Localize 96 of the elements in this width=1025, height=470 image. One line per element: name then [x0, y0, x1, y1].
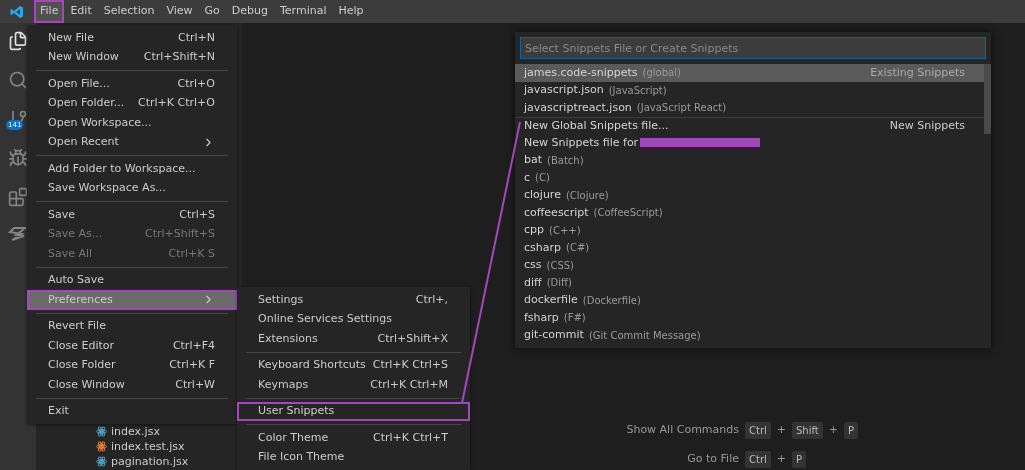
item-detail: (CSS)	[546, 258, 574, 273]
menu-item[interactable]: Keyboard Shortcuts Ctrl+K Ctrl+S	[237, 355, 470, 375]
shortcut-label: Ctrl+Shift+X	[377, 330, 448, 347]
item-detail: (Clojure)	[565, 188, 609, 203]
menu-bar-item[interactable]: File	[34, 0, 65, 23]
quick-pick-item[interactable]: clojure (Clojure)	[515, 186, 984, 204]
key-cap: P	[843, 422, 858, 439]
quick-pick-item[interactable]: c (C)	[515, 169, 984, 187]
shortcut-label: Ctrl+K S	[168, 245, 215, 262]
menu-bar-item[interactable]: Help	[332, 0, 370, 23]
quick-pick-item[interactable]: New Global Snippets file... New Snippets	[515, 116, 984, 134]
shortcut-label: Ctrl+K Ctrl+T	[373, 429, 448, 446]
quick-pick-item[interactable]: dockerfile (Dockerfile)	[515, 291, 984, 309]
menu-item[interactable]: Open Workspace...	[27, 113, 237, 133]
menu-item[interactable]: Save Ctrl+S	[27, 205, 237, 225]
key-cap: Shift	[792, 422, 823, 439]
menu-item[interactable]: Close Editor Ctrl+F4	[27, 336, 237, 356]
extensions-icon[interactable]	[8, 187, 28, 207]
shortcut-label: Ctrl+K Ctrl+M	[370, 376, 448, 393]
menu-bar-item[interactable]: Go	[198, 0, 226, 23]
files-icon[interactable]	[8, 31, 28, 51]
quick-pick-item[interactable]: coffeescript (CoffeeScript)	[515, 204, 984, 222]
key-cap: Ctrl	[745, 451, 771, 468]
file-name: index.jsx	[111, 424, 160, 439]
shortcut-label: Ctrl+K Ctrl+S	[372, 357, 448, 373]
quick-pick-item[interactable]: bat (Batch)	[515, 151, 984, 169]
menu-bar-item[interactable]: Edit	[64, 0, 98, 23]
file-name: pagination.jsx	[111, 454, 189, 469]
plus-sign: +	[776, 451, 786, 468]
menu-item[interactable]: Save Workspace As...	[27, 178, 237, 198]
quick-pick-item[interactable]: fsharp (F#)	[515, 309, 984, 327]
quick-pick-item[interactable]: diff (Diff)	[515, 274, 984, 292]
menu-item[interactable]: Exit	[27, 401, 237, 421]
menu-item[interactable]: Extensions Ctrl+Shift+X	[237, 329, 470, 349]
shortcut-label: Ctrl+S	[179, 206, 215, 223]
quick-pick-item[interactable]: javascriptreact.json (JavaScript React)	[515, 99, 984, 117]
shortcut-label: Ctrl+Shift+N	[143, 49, 215, 65]
item-detail: (Batch)	[547, 153, 584, 168]
quick-pick-item[interactable]: cpp (C++)	[515, 221, 984, 239]
shortcut-label: Ctrl+K Ctrl+O	[138, 95, 215, 111]
menu-bar-item[interactable]: View	[160, 0, 199, 23]
item-detail: (JavaScript React)	[636, 101, 727, 116]
item-detail: (C++)	[549, 223, 581, 238]
shortcut-description: Go to File	[686, 451, 739, 468]
group-label: New Snippets	[889, 117, 965, 134]
menu-item[interactable]: Open Folder... Ctrl+K Ctrl+O	[27, 93, 237, 113]
group-label: Existing Snippets	[870, 64, 965, 81]
quick-pick-item[interactable]: javascript.json (JavaScript)	[515, 81, 984, 99]
bug-icon[interactable]	[8, 148, 28, 168]
search-icon[interactable]	[8, 70, 28, 90]
plus-sign: +	[776, 422, 786, 439]
item-detail: (C)	[535, 171, 550, 186]
shortcut-label: Ctrl+,	[415, 291, 448, 308]
app-logo-icon	[10, 4, 24, 19]
shortcut-label: Ctrl+Shift+S	[145, 226, 215, 242]
menu-item[interactable]: User Snippets	[237, 401, 470, 421]
menu-item[interactable]: Keymaps Ctrl+K Ctrl+M	[237, 375, 470, 395]
key-cap: P	[792, 451, 807, 468]
plus-sign: +	[828, 422, 838, 439]
shortcut-label: Ctrl+O	[177, 75, 215, 92]
menu-item[interactable]: Open Recent	[27, 132, 237, 152]
menu-item[interactable]: Online Services Settings	[237, 309, 470, 329]
menu-bar-item[interactable]: Terminal	[274, 0, 333, 23]
shortcut-label: Ctrl+W	[175, 376, 215, 393]
item-detail: (Git Commit Message)	[588, 328, 701, 343]
menu-item[interactable]: Settings Ctrl+,	[237, 290, 470, 310]
menu-item[interactable]: Auto Save	[27, 270, 237, 290]
menu-item[interactable]: Close Folder Ctrl+K F	[27, 355, 237, 375]
item-detail: (global)	[642, 66, 681, 81]
menu-item[interactable]: New File Ctrl+N	[27, 28, 237, 48]
menu-item[interactable]: New Window Ctrl+Shift+N	[27, 47, 237, 67]
quick-pick-item[interactable]: james.code-snippets (global) Existing Snippets	[515, 64, 984, 82]
scrollbar-thumb[interactable]	[984, 64, 991, 134]
menu-item[interactable]: Revert File	[27, 316, 237, 336]
menu-item[interactable]: Open File... Ctrl+O	[27, 74, 237, 94]
shortcut-description: Show All Commands	[625, 422, 739, 439]
item-detail: (C#)	[566, 241, 590, 256]
item-detail: (Dockerfile)	[582, 293, 641, 308]
shortcut-label: Ctrl+F4	[172, 337, 215, 354]
file-name: index.test.jsx	[111, 439, 185, 454]
key-cap: Ctrl	[745, 422, 771, 439]
item-detail: (F#)	[563, 311, 586, 326]
menu-bar-item[interactable]: Selection	[97, 0, 161, 23]
item-detail: (CoffeeScript)	[593, 206, 663, 221]
menu-item[interactable]: Add Folder to Workspace...	[27, 159, 237, 179]
quick-pick-item[interactable]: csharp (C#)	[515, 239, 984, 257]
menu-bar-item[interactable]: Debug	[225, 0, 274, 23]
quick-pick-item[interactable]: New Snippets file for	[515, 134, 984, 152]
item-detail: (JavaScript)	[608, 83, 667, 98]
menu-item[interactable]: Close Window Ctrl+W	[27, 375, 237, 395]
shortcut-label: Ctrl+K F	[169, 357, 215, 373]
search-field[interactable]: Select Snippets File or Create Snippets	[520, 37, 986, 59]
quick-pick-item[interactable]: git-commit (Git Commit Message)	[515, 326, 984, 344]
shortcut-label: Ctrl+N	[177, 29, 215, 46]
quick-pick-item[interactable]: css (CSS)	[515, 256, 984, 274]
item-detail: (Diff)	[546, 276, 572, 291]
